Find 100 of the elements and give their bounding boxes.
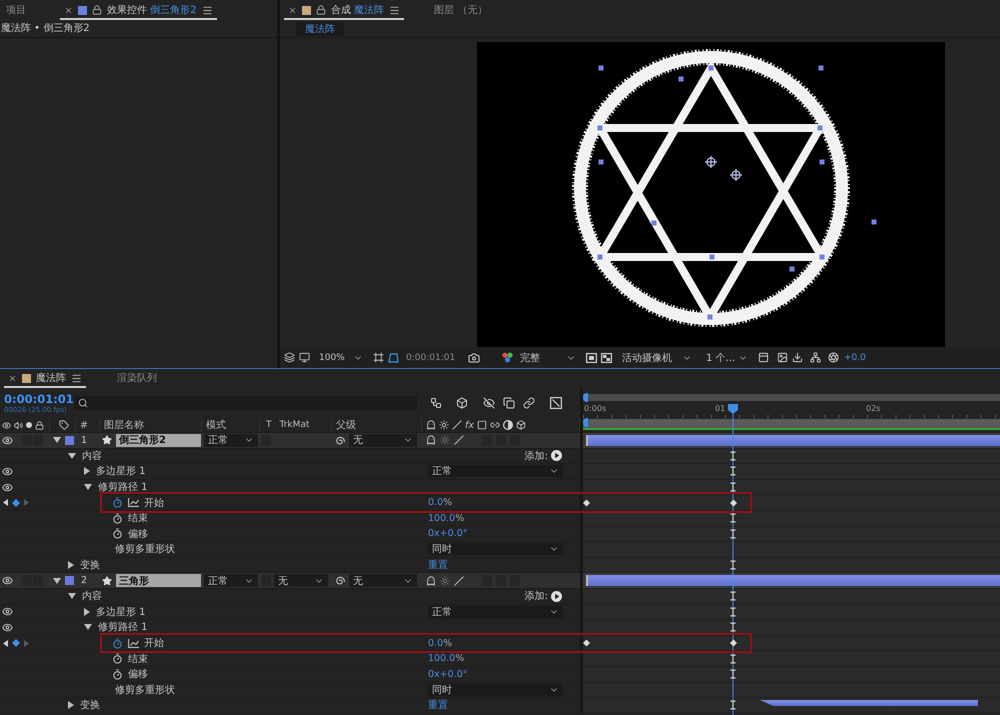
- stopwatch-icon[interactable]: [112, 512, 123, 524]
- keyframe-icon[interactable]: [730, 499, 737, 506]
- current-timecode[interactable]: 0:00:01:01: [4, 392, 74, 406]
- triangle-right-icon[interactable]: [68, 561, 74, 570]
- triangle-down-icon[interactable]: [53, 437, 61, 444]
- panel-tab[interactable]: 效果控件 倒三角形2: [60, 2, 217, 20]
- panel-tab[interactable]: 图层 （无）: [430, 2, 492, 20]
- property-value[interactable]: 0.0%: [428, 497, 452, 508]
- color-swatch-icon[interactable]: [65, 436, 74, 445]
- exposure-value[interactable]: +0.0: [844, 352, 866, 362]
- property-value[interactable]: 100.0%: [428, 512, 464, 524]
- aperture-icon[interactable]: [828, 352, 839, 363]
- panel-tab[interactable]: 渲染队列: [113, 370, 161, 388]
- views-dropdown[interactable]: 1 个...: [702, 350, 750, 364]
- copy-icon[interactable]: [503, 397, 515, 409]
- slash-icon[interactable]: [454, 435, 464, 446]
- checkerboard-icon[interactable]: [601, 352, 612, 362]
- option-dropdown[interactable]: 同时: [428, 543, 563, 556]
- stopwatch-icon[interactable]: [112, 528, 123, 540]
- property-value[interactable]: 100.0%: [428, 653, 464, 664]
- panel-tab[interactable]: 合成 魔法阵: [284, 2, 404, 20]
- stopwatch-icon[interactable]: [112, 497, 123, 508]
- triangle-right-icon[interactable]: [68, 701, 74, 710]
- anchor-point-icon[interactable]: [704, 155, 718, 169]
- stopwatch-icon[interactable]: [112, 653, 123, 664]
- eye-icon[interactable]: [2, 434, 13, 446]
- sun-icon[interactable]: [440, 576, 450, 586]
- keyframe-icon[interactable]: [583, 499, 590, 506]
- triangle-down-icon[interactable]: [68, 593, 76, 600]
- hash-icon[interactable]: [373, 352, 384, 363]
- eye-icon[interactable]: [2, 575, 13, 586]
- spiral-icon[interactable]: [334, 434, 345, 446]
- download-icon[interactable]: [792, 352, 803, 363]
- lock-icon[interactable]: [92, 5, 102, 15]
- square-frame-icon[interactable]: [586, 352, 597, 362]
- menu-icon[interactable]: [71, 372, 82, 384]
- color-dots-icon[interactable]: [502, 352, 513, 363]
- triangle-right-icon[interactable]: [84, 467, 90, 476]
- stopwatch-icon[interactable]: [112, 638, 123, 649]
- color-swatch-icon[interactable]: [65, 576, 74, 586]
- layer-duration-bar[interactable]: [586, 434, 1000, 446]
- track-matte-dropdown[interactable]: 无: [274, 574, 328, 588]
- search-field[interactable]: [74, 396, 417, 410]
- image-icon[interactable]: [777, 352, 788, 363]
- work-area-handle[interactable]: [583, 418, 588, 427]
- previous-keyframe-icon[interactable]: [3, 499, 8, 506]
- property-value[interactable]: 0x+0.0°: [428, 528, 468, 540]
- layer-duration-bar[interactable]: [586, 575, 1000, 586]
- add-menu-button[interactable]: 添加:: [524, 448, 562, 463]
- eye-icon[interactable]: [2, 466, 13, 477]
- property-value[interactable]: 0.0%: [428, 638, 452, 649]
- navigator-handle[interactable]: [583, 393, 588, 402]
- lock-icon[interactable]: [316, 5, 326, 15]
- switch-slot[interactable]: [261, 575, 271, 586]
- layers-icon[interactable]: [284, 352, 295, 363]
- close-icon[interactable]: [8, 374, 17, 382]
- property-value[interactable]: 0x+0.0°: [428, 668, 468, 680]
- previous-keyframe-icon[interactable]: [3, 640, 8, 647]
- keyframe-icon[interactable]: [730, 640, 737, 647]
- line-chart-icon[interactable]: [128, 498, 139, 508]
- spiral-icon[interactable]: [334, 575, 345, 586]
- current-time-display[interactable]: 0:00:01:01: [404, 350, 464, 364]
- keyframe-icon[interactable]: [12, 498, 20, 507]
- eye-icon[interactable]: [2, 482, 13, 493]
- ghost-icon[interactable]: [426, 576, 436, 586]
- eye-icon[interactable]: [2, 606, 13, 618]
- zoom-dropdown[interactable]: 100%: [315, 350, 367, 364]
- playhead[interactable]: [728, 404, 738, 715]
- panel-tab[interactable]: 项目: [2, 2, 30, 20]
- parent-dropdown[interactable]: 无: [349, 434, 417, 447]
- blend-mode-dropdown[interactable]: 正常: [204, 434, 258, 447]
- line-chart-icon[interactable]: [128, 638, 139, 648]
- anchor-point-icon[interactable]: [729, 168, 743, 182]
- triangle-down-icon[interactable]: [68, 452, 76, 459]
- parent-dropdown[interactable]: 无: [349, 574, 417, 588]
- blend-mode-dropdown[interactable]: 正常: [428, 465, 563, 478]
- network-icon[interactable]: [810, 352, 821, 363]
- menu-icon[interactable]: [202, 4, 213, 16]
- eye-off-icon[interactable]: [483, 397, 495, 409]
- add-menu-button[interactable]: 添加:: [524, 589, 562, 604]
- layer-name[interactable]: 三角形: [116, 574, 201, 588]
- camera-dropdown[interactable]: 活动摄像机: [618, 350, 696, 364]
- link-icon[interactable]: [523, 397, 535, 409]
- flowchart-icon[interactable]: [430, 397, 442, 409]
- stopwatch-icon[interactable]: [112, 668, 123, 680]
- slash-icon[interactable]: [454, 576, 464, 586]
- trapezoid-icon[interactable]: [388, 352, 399, 362]
- panel-tab[interactable]: 魔法阵: [4, 370, 86, 388]
- camera-icon[interactable]: [468, 352, 480, 364]
- menu-icon[interactable]: [389, 4, 400, 16]
- blend-mode-dropdown[interactable]: 正常: [204, 574, 258, 588]
- window-icon[interactable]: [758, 352, 769, 363]
- resolution-dropdown[interactable]: 完整: [516, 350, 580, 364]
- reset-link[interactable]: 重置: [428, 558, 448, 572]
- close-icon[interactable]: [64, 6, 73, 14]
- square-diagonal-icon[interactable]: [550, 397, 562, 409]
- triangle-down-icon[interactable]: [84, 484, 92, 490]
- triangle-down-icon[interactable]: [53, 578, 61, 584]
- switch-slot[interactable]: [261, 434, 271, 446]
- ghost-icon[interactable]: [426, 435, 436, 446]
